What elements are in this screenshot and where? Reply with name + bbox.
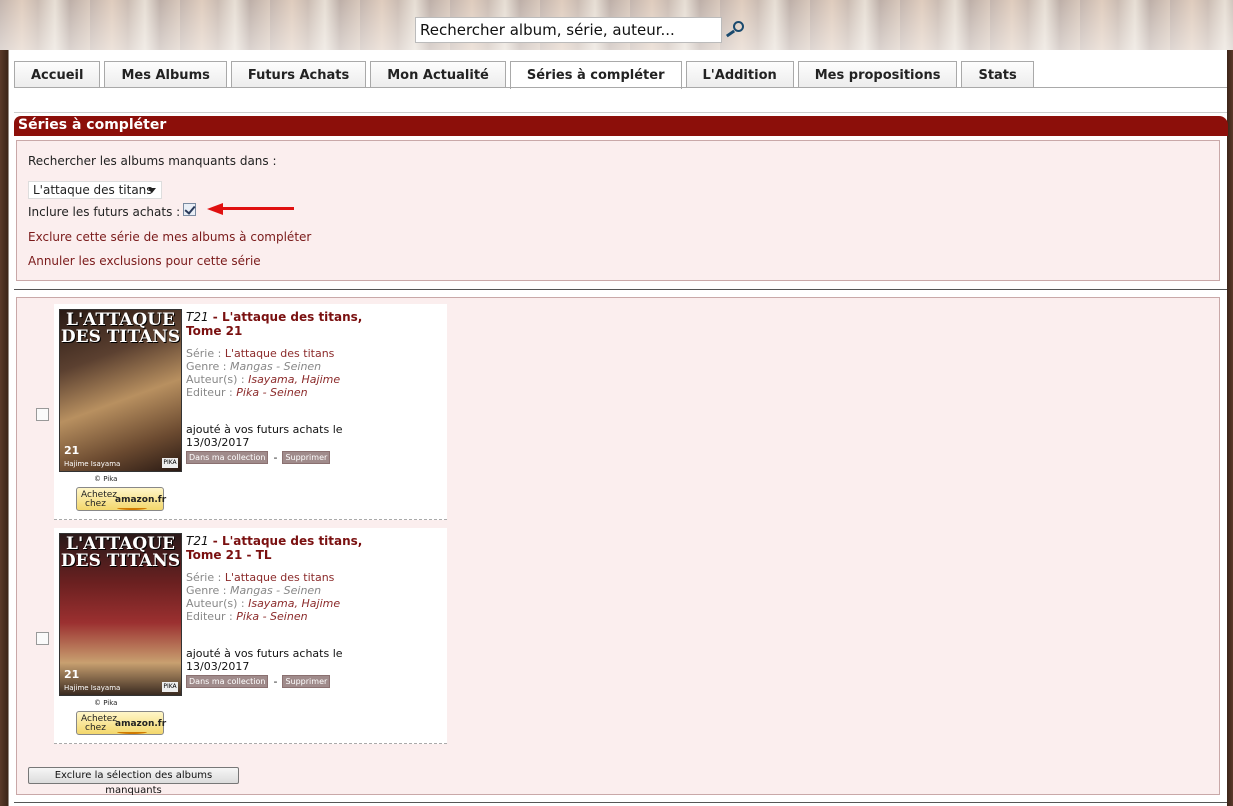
amazon-buy-button[interactable]: Achetez chez amazon.fr — [76, 487, 167, 511]
publisher-link[interactable]: Pika - Seinen — [236, 386, 307, 399]
album-cover[interactable]: L'ATTAQUE DES TITANS 21 Hajime Isayama P… — [59, 309, 182, 472]
title-line2: Tome 21 — [186, 324, 243, 338]
tab-futurs-achats[interactable]: Futurs Achats — [230, 61, 367, 88]
section-title: Séries à compléter — [14, 116, 1228, 136]
album-cover[interactable]: L'ATTAQUE DES TITANS 21 Hajime Isayama P… — [59, 533, 182, 696]
publisher-label: Editeur : — [186, 610, 233, 623]
serie-link[interactable]: L'attaque des titans — [225, 347, 335, 360]
title-line1: L'attaque des titans, — [221, 534, 363, 548]
search-icon[interactable] — [722, 17, 748, 43]
amazon-smile-icon — [117, 506, 147, 510]
genre-label: Genre : — [186, 584, 227, 597]
serie-label: Série : — [186, 347, 222, 360]
album-title[interactable]: T21 - L'attaque des titans, Tome 21 - TL — [186, 534, 436, 562]
include-label: Inclure les futurs achats : — [28, 205, 181, 219]
added-date: ajouté à vos futurs achats le 13/03/2017 — [186, 647, 436, 673]
divider — [14, 289, 1227, 290]
added-text: ajouté à vos futurs achats le — [186, 647, 343, 660]
album-select-checkbox[interactable] — [36, 632, 49, 645]
tab-divider — [14, 87, 1227, 88]
title-line2: Tome 21 - TL — [186, 548, 272, 562]
divider — [14, 112, 1227, 113]
author-link[interactable]: Isayama, Hajime — [248, 373, 340, 386]
amazon-logo: amazon.fr — [115, 495, 167, 505]
series-select-value: L'attaque des titans — [33, 183, 153, 197]
title-line1: L'attaque des titans, — [221, 310, 363, 324]
cover-number: 21 — [64, 444, 80, 457]
genre-value: Mangas - Seinen — [230, 584, 322, 597]
search-options-panel: Rechercher les albums manquants dans : L… — [16, 140, 1220, 281]
amazon-logo: amazon.fr — [115, 719, 167, 729]
include-future-checkbox[interactable] — [183, 203, 196, 216]
serie-link[interactable]: L'attaque des titans — [225, 571, 335, 584]
album-title[interactable]: T21 - L'attaque des titans, Tome 21 — [186, 310, 436, 338]
cover-title: L'ATTAQUE DES TITANS — [60, 310, 181, 347]
copyright: © Pika — [94, 475, 118, 483]
separator: - — [273, 675, 278, 688]
divider — [14, 802, 1227, 803]
genre-value: Mangas - Seinen — [230, 360, 322, 373]
delete-button[interactable]: Supprimer — [282, 675, 331, 688]
tome-prefix: T21 — [186, 534, 209, 548]
author-label: Auteur(s) : — [186, 597, 245, 610]
album-card: L'ATTAQUE DES TITANS 21 Hajime Isayama P… — [54, 304, 447, 520]
tome-prefix: T21 — [186, 310, 209, 324]
exclude-selection-button[interactable]: Exclure la sélection des albums manquant… — [28, 767, 239, 796]
cover-title: L'ATTAQUE DES TITANS — [60, 534, 181, 571]
added-date-value: 13/03/2017 — [186, 436, 250, 449]
added-date: ajouté à vos futurs achats le 13/03/2017 — [186, 423, 436, 449]
exclude-series-link[interactable]: Exclure cette série de mes albums à comp… — [28, 230, 311, 244]
tab-stats[interactable]: Stats — [961, 61, 1034, 88]
album-info: T21 - L'attaque des titans, Tome 21 - TL … — [186, 534, 436, 688]
album-select-checkbox[interactable] — [36, 408, 49, 421]
tab-addition[interactable]: L'Addition — [685, 61, 794, 88]
tab-bar: Accueil Mes Albums Futurs Achats Mon Act… — [14, 61, 1038, 89]
delete-button[interactable]: Supprimer — [282, 451, 331, 464]
in-collection-button[interactable]: Dans ma collection — [186, 451, 269, 464]
album-card: L'ATTAQUE DES TITANS 21 Hajime Isayama P… — [54, 528, 447, 744]
missing-albums-panel: L'ATTAQUE DES TITANS 21 Hajime Isayama P… — [16, 297, 1220, 795]
added-date-value: 13/03/2017 — [186, 660, 250, 673]
in-collection-button[interactable]: Dans ma collection — [186, 675, 269, 688]
chevron-down-icon — [148, 188, 156, 193]
author-label: Auteur(s) : — [186, 373, 245, 386]
annotation-arrow-icon — [207, 203, 297, 215]
search-bar — [415, 17, 748, 43]
search-input[interactable] — [415, 17, 722, 43]
separator: - — [273, 451, 278, 464]
tab-mes-albums[interactable]: Mes Albums — [104, 61, 227, 88]
serie-label: Série : — [186, 571, 222, 584]
tab-mes-propositions[interactable]: Mes propositions — [797, 61, 958, 88]
author-link[interactable]: Isayama, Hajime — [248, 597, 340, 610]
publisher-link[interactable]: Pika - Seinen — [236, 610, 307, 623]
cover-number: 21 — [64, 668, 80, 681]
series-select[interactable]: L'attaque des titans — [28, 181, 162, 199]
added-text: ajouté à vos futurs achats le — [186, 423, 343, 436]
tab-mon-actualite[interactable]: Mon Actualité — [370, 61, 506, 88]
main-content: Accueil Mes Albums Futurs Achats Mon Act… — [9, 50, 1228, 806]
copyright: © Pika — [94, 699, 118, 707]
amazon-smile-icon — [117, 730, 147, 734]
amazon-buy-button[interactable]: Achetez chez amazon.fr — [76, 711, 167, 735]
cover-author: Hajime Isayama — [64, 684, 121, 692]
genre-label: Genre : — [186, 360, 227, 373]
search-label: Rechercher les albums manquants dans : — [28, 154, 277, 168]
tab-series-a-completer[interactable]: Séries à compléter — [509, 61, 682, 89]
cover-author: Hajime Isayama — [64, 460, 121, 468]
publisher-logo: PIKA — [162, 682, 178, 692]
album-info: T21 - L'attaque des titans, Tome 21 Série… — [186, 310, 436, 464]
publisher-logo: PIKA — [162, 458, 178, 468]
cancel-exclusions-link[interactable]: Annuler les exclusions pour cette série — [28, 254, 261, 268]
publisher-label: Editeur : — [186, 386, 233, 399]
tab-accueil[interactable]: Accueil — [14, 61, 101, 88]
